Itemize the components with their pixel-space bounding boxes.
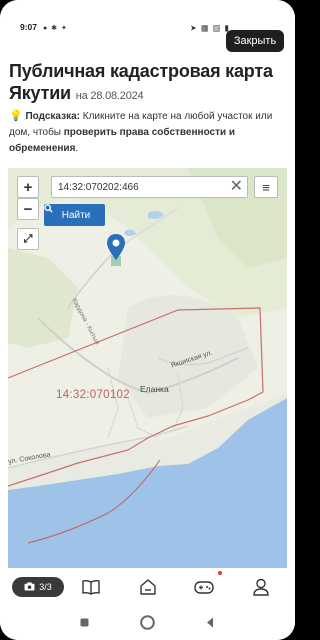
parcel-label: 14:32:070102 — [56, 389, 130, 401]
back-icon[interactable] — [206, 617, 214, 628]
notification-icons: ● ✱ ✦ — [43, 25, 68, 32]
hint-text: 💡 Подсказка: Кликните на карте на любой … — [9, 108, 289, 157]
close-button[interactable]: Закрыть — [226, 30, 284, 52]
zoom-in-button[interactable]: + — [17, 176, 39, 198]
bottom-nav: 3/3 — [0, 568, 295, 606]
home-icon[interactable] — [135, 574, 161, 600]
camera-icon — [24, 581, 35, 593]
system-status-icons: ➤ ▦ ▥ ▮ — [190, 23, 230, 33]
photo-counter-text: 3/3 — [39, 582, 52, 592]
menu-icon[interactable]: ≡ — [254, 176, 278, 198]
clear-icon[interactable]: ✕ — [230, 178, 243, 196]
book-icon[interactable] — [78, 574, 104, 600]
map-canvas[interactable] — [8, 168, 287, 568]
search-box: ✕ — [51, 176, 248, 198]
gamepad-icon[interactable] — [191, 574, 217, 600]
home-nav-icon[interactable] — [140, 615, 155, 630]
find-button[interactable]: Найти — [44, 204, 105, 226]
notification-dot — [218, 571, 222, 575]
status-bar: 9:07 ● ✱ ✦ ➤ ▦ ▥ ▮ Закрыть — [0, 0, 295, 52]
system-nav-bar — [0, 606, 295, 640]
place-label: Еланка — [140, 384, 169, 394]
profile-icon[interactable] — [248, 574, 274, 600]
cadastral-map[interactable]: + − ⤢ ✕ ≡ Найти 14:32:070102 Еланка Якши… — [8, 168, 287, 568]
screen: 9:07 ● ✱ ✦ ➤ ▦ ▥ ▮ Закрыть Публичная кад… — [0, 0, 295, 640]
hint-end: . — [75, 143, 79, 154]
zoom-out-button[interactable]: − — [17, 198, 39, 220]
photo-counter[interactable]: 3/3 — [12, 577, 64, 597]
page-date: на 28.08.2024 — [75, 90, 144, 102]
status-time: 9:07 — [20, 22, 38, 32]
cadastral-search-input[interactable] — [58, 177, 218, 197]
location-pin-icon[interactable] — [106, 234, 126, 268]
fullscreen-icon[interactable]: ⤢ — [17, 228, 39, 250]
lightbulb-icon: 💡 — [9, 110, 23, 122]
hint-label: Подсказка: — [25, 111, 80, 122]
recent-apps-icon[interactable] — [80, 618, 89, 627]
page-title: Публичная кадастровая карта Якутии на 28… — [9, 60, 289, 107]
find-label: Найти — [61, 209, 91, 221]
